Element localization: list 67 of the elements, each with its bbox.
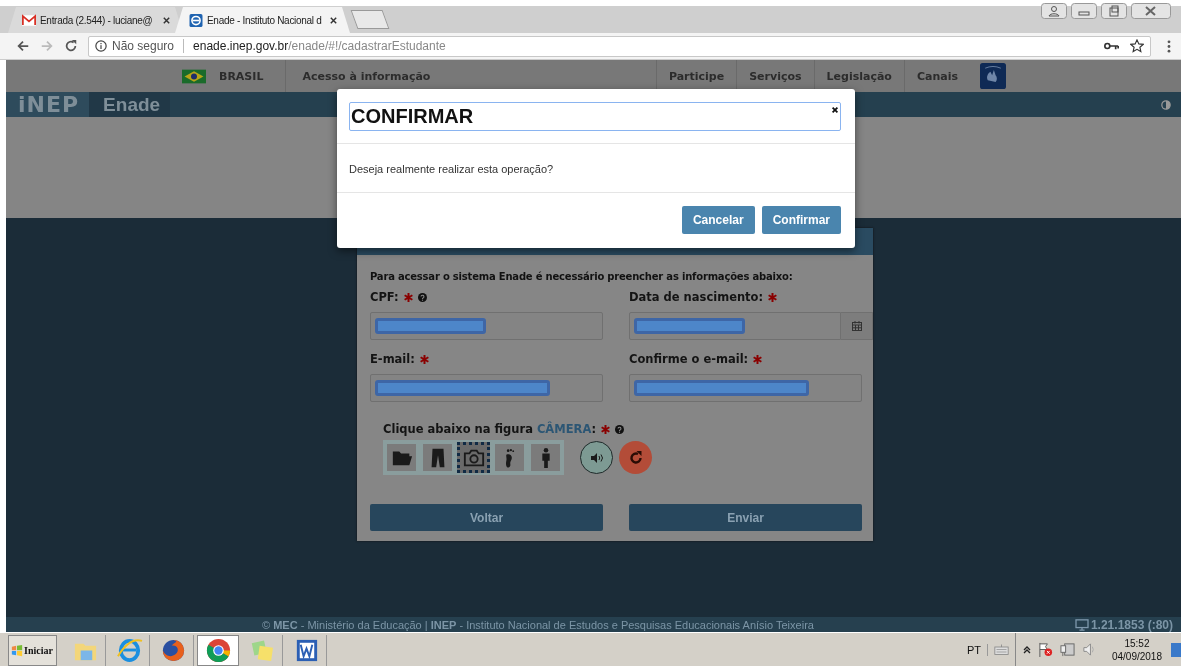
clock-date[interactable]: 04/09/2018 [1111,649,1162,663]
dialog-title: CONFIRMAR [349,102,841,131]
network-icon[interactable] [1059,642,1075,657]
input-field[interactable] [629,374,862,402]
contrast-icon[interactable] [1161,99,1171,110]
refresh-button[interactable] [619,441,652,474]
browser-tab[interactable]: Enade - Instituto Nacional d [175,7,350,33]
profile-icon[interactable] [1041,3,1067,19]
mail-icon [22,13,36,27]
field-label: E-mail: [370,352,415,366]
sign-language-icon[interactable] [980,63,1006,89]
field-label: CPF: [370,290,399,304]
star-icon[interactable] [1130,39,1144,53]
instruction-text: Para acessar o sistema Enade é necessário preencher as informações abaixo: [370,271,794,282]
dialog-button[interactable]: Confirmar [761,206,841,234]
back-icon[interactable] [16,39,30,53]
refresh-icon [628,450,643,465]
info-icon [95,40,107,52]
figure-instruction: Clique abaixo na figura CÂMERA: [383,422,597,436]
dialog-message: Deseja realmente realizar esta operação? [349,163,554,175]
help-icon[interactable] [417,292,427,302]
address-bar[interactable]: Não seguro enade.inep.gov.br/enade/#!/cadastrarEstudante [88,35,1151,57]
figure-button[interactable] [385,442,418,473]
input-field[interactable] [370,374,603,402]
maximize-icon[interactable] [1101,3,1127,19]
nav-link[interactable]: Acesso à informação [286,60,443,92]
calendar-icon [851,321,862,331]
form-button[interactable]: Enviar [629,504,862,531]
inep-logo: iNEP [6,92,90,117]
language-indicator[interactable]: PT [966,643,988,656]
clock-time[interactable]: 15:52 [1124,636,1150,650]
close-icon[interactable] [162,15,171,25]
menu-icon[interactable] [1167,39,1171,53]
system-title: Enade [89,92,171,117]
close-icon[interactable] [831,106,839,114]
browser-e-icon [115,637,143,664]
figure-button[interactable] [529,442,562,473]
taskbar-app[interactable] [197,635,239,666]
form-button[interactable]: Voltar [370,504,603,531]
footer-credit: © MEC - Ministério da Educação | INEP - Instituto Nacional de Estudos e Pesquisas Educacionais Anísio Teixeira [262,618,815,631]
monitor-icon [1074,618,1089,631]
start-button[interactable]: Iniciar [8,635,57,666]
chrome-icon [204,637,232,664]
reload-icon[interactable] [64,39,78,53]
volume-icon[interactable] [1081,642,1097,657]
audio-button[interactable] [580,441,613,474]
close-icon[interactable] [329,15,338,25]
figure-button[interactable] [421,442,454,473]
url-text: enade.inep.gov.br/enade/#!/cadastrarEstudante [193,39,447,53]
input-field[interactable] [370,312,603,340]
flag-error-icon[interactable] [1037,642,1053,657]
version-text: 1.21.1853 (:80) [1090,617,1173,632]
flag-icon [182,68,206,84]
field-label: Data de nascimento: [629,290,764,304]
windows-logo-icon [11,644,23,657]
new-tab-button[interactable] [350,10,390,29]
show-desktop-button[interactable] [1171,642,1181,657]
dialog-button[interactable]: Cancelar [681,206,755,234]
help-icon[interactable] [615,424,625,434]
input-field[interactable] [629,312,841,340]
figure-button[interactable] [493,442,526,473]
chevron-up-icon[interactable] [1022,645,1031,654]
field-label: Confirme o e-mail: [629,352,749,366]
figure-button[interactable] [457,442,490,473]
browser-e-icon [189,13,203,27]
key-icon[interactable] [1104,41,1119,51]
calendar-button[interactable] [841,312,873,340]
